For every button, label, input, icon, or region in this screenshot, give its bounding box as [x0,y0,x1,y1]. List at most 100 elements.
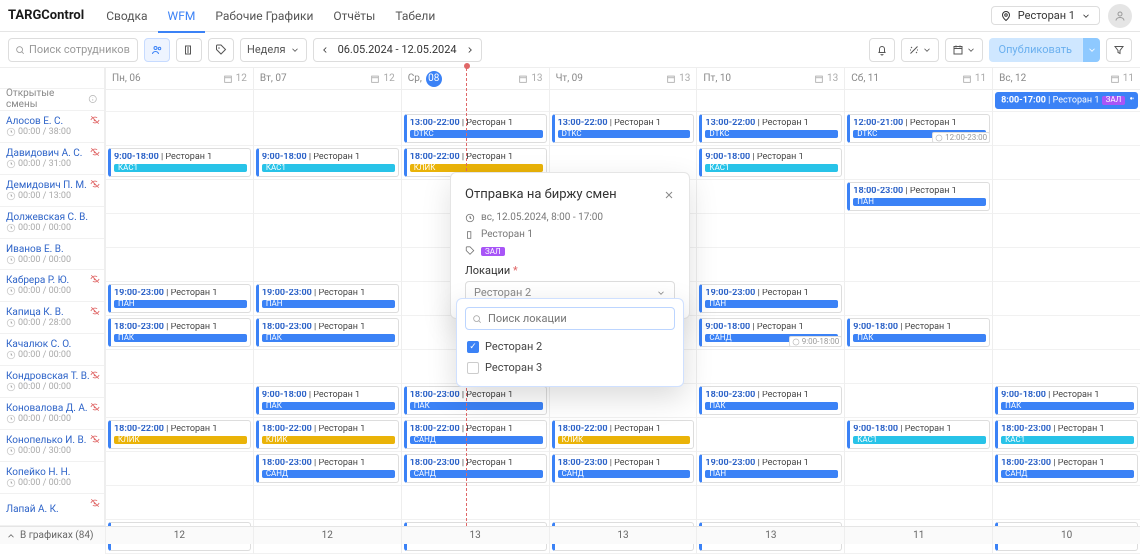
schedule-cell[interactable] [844,384,992,418]
schedule-cell[interactable]: 18:00-23:00 | Ресторан 1 КАС1 [992,418,1140,452]
schedule-cell[interactable] [844,146,992,180]
schedule-cell[interactable] [992,214,1140,248]
shift-card[interactable]: 18:00-23:00 | Ресторан 1 КАС1 [995,420,1138,449]
schedule-cell[interactable]: 18:00-22:00 | Ресторан 1 САНД [401,418,549,452]
schedule-cell[interactable]: 19:00-23:00 | Ресторан 1 ПАН [105,282,253,316]
schedule-cell[interactable] [992,282,1140,316]
open-shift-card[interactable]: 8:00-17:00 | Ресторан 1 ЗАЛ [995,92,1138,109]
schedule-cell[interactable] [696,180,844,214]
schedule-cell[interactable]: 13:00-22:00 | Ресторан 1 DTKC [549,112,697,146]
schedule-cell[interactable]: 19:00-23:00 | Ресторан 1 ПАН [696,282,844,316]
modal-close[interactable] [663,189,675,201]
employee-row-label[interactable]: Коновалова Д. А.00:00 / 00:00 [0,398,104,430]
dd-option-1[interactable]: Ресторан 3 [465,357,675,378]
schedule-cell[interactable]: 18:00-23:00 | Ресторан 1 ПАК [105,316,253,350]
shift-card[interactable]: 9:00-18:00 | Ресторан 1 ПАК [995,386,1138,415]
publish-button[interactable]: Опубликовать [989,38,1100,62]
shift-card[interactable]: 9:00-18:00 | Ресторан 1 КАС1 [847,420,990,449]
schedule-cell[interactable] [696,486,844,520]
employee-row-label[interactable]: Кабрера Р. Ю.00:00 / 00:00 [0,270,104,302]
shift-card[interactable]: 18:00-23:00 | Ресторан 1 ПАК [256,318,399,347]
schedule-cell[interactable]: 9:00-18:00 | Ресторан 1 КАС1 [105,146,253,180]
users-toggle[interactable] [144,38,170,62]
schedule-cell[interactable] [105,180,253,214]
shift-card[interactable]: 18:00-23:00 | Ресторан 1 САНД [552,454,695,483]
schedule-cell[interactable]: 9:00-18:00 | Ресторан 1 ПАК [844,316,992,350]
employee-row-label[interactable]: Иванов Е. В.00:00 / 00:00 [0,239,104,271]
shift-card[interactable]: 19:00-23:00 | Ресторан 1 ПАН [108,284,251,313]
schedule-cell[interactable]: 18:00-23:00 | Ресторан 1 САНД [992,452,1140,486]
nav-timesheets[interactable]: Табели [385,0,445,32]
schedule-cell[interactable] [844,486,992,520]
shift-card[interactable]: 18:00-23:00 | Ресторан 1 ПАК [404,386,547,415]
shift-card[interactable]: 18:00-22:00 | Ресторан 1 КЛИК [256,420,399,449]
schedule-cell[interactable]: 13:00-22:00 | Ресторан 1 DTKC [696,112,844,146]
shift-card[interactable]: 18:00-23:00 | Ресторан 1 ПАК [699,386,842,415]
employee-row-label[interactable]: Должевская С. В.00:00 / 00:00 [0,207,104,239]
shift-card[interactable]: 18:00-23:00 | Ресторан 1 САНД [256,454,399,483]
schedule-cell[interactable]: 18:00-22:00 | Ресторан 1 КЛИК [549,418,697,452]
shift-card[interactable]: 18:00-23:00 | Ресторан 1 ПАН [847,182,990,211]
schedule-cell[interactable] [105,112,253,146]
schedule-cell[interactable] [549,486,697,520]
calendar-button[interactable] [945,38,983,62]
nav-schedules[interactable]: Рабочие Графики [205,0,323,32]
schedule-cell[interactable] [696,214,844,248]
shift-card[interactable]: 9:00-18:00 | Ресторан 1 КАС1 [256,148,399,177]
schedule-cell[interactable]: 12:00-21:00 | Ресторан 1 DTKC 12:00-23:0… [844,112,992,146]
schedule-cell[interactable] [549,384,697,418]
schedule-cell[interactable] [105,486,253,520]
org-toggle[interactable] [176,38,202,62]
schedule-cell[interactable]: 18:00-23:00 | Ресторан 1 ПАН [844,180,992,214]
employee-row-label[interactable]: Кондровская Т. В.00:00 / 00:00 [0,366,104,398]
schedule-cell[interactable]: 18:00-23:00 | Ресторан 1 ПАК [253,316,401,350]
schedule-cell[interactable] [253,486,401,520]
open-shift-cell[interactable] [253,90,401,112]
schedule-cell[interactable] [253,214,401,248]
shift-card[interactable]: 18:00-22:00 | Ресторан 1 САНД [404,420,547,449]
shift-card[interactable]: 19:00-23:00 | Ресторан 1 ПАН [699,454,842,483]
open-shift-cell[interactable] [105,90,253,112]
schedule-cell[interactable] [844,214,992,248]
schedule-cell[interactable] [105,384,253,418]
bell-button[interactable] [869,38,895,62]
shift-card[interactable]: 18:00-23:00 | Ресторан 1 ПАК [108,318,251,347]
dd-search-input[interactable] [488,312,668,325]
schedule-cell[interactable]: 18:00-23:00 | Ресторан 1 ПАК [401,384,549,418]
schedule-cell[interactable]: 19:00-23:00 | Ресторан 1 ПАН [253,282,401,316]
schedule-cell[interactable] [844,248,992,282]
schedule-cell[interactable] [992,112,1140,146]
shift-card[interactable]: 9:00-18:00 | Ресторан 1 ПАК [256,386,399,415]
nav-wfm[interactable]: WFM [158,0,206,32]
schedule-cell[interactable]: 9:00-18:00 | Ресторан 1 ПАК [253,384,401,418]
schedule-cell[interactable]: 18:00-23:00 | Ресторан 1 САНД [549,452,697,486]
shift-card[interactable]: 13:00-22:00 | Ресторан 1 DTKC [404,114,547,143]
schedule-cell[interactable] [253,180,401,214]
nav-reports[interactable]: Отчёты [323,0,385,32]
shift-card[interactable]: 19:00-23:00 | Ресторан 1 ПАН [256,284,399,313]
employee-row-label[interactable]: Капица К. В.00:00 / 28:00 [0,302,104,334]
chevron-right-icon[interactable] [465,45,475,55]
location-selector[interactable]: Ресторан 1 [991,6,1100,25]
shift-card[interactable]: 18:00-23:00 | Ресторан 1 САНД [995,454,1138,483]
shift-card[interactable]: 13:00-22:00 | Ресторан 1 DTKC [552,114,695,143]
schedule-cell[interactable] [844,350,992,384]
open-shift-cell[interactable]: 8:00-17:00 | Ресторан 1 ЗАЛ [992,90,1140,112]
schedule-cell[interactable]: 9:00-18:00 | Ресторан 1 ПАК [992,384,1140,418]
open-shift-cell[interactable] [549,90,697,112]
schedule-cell[interactable] [253,350,401,384]
schedule-cell[interactable] [992,486,1140,520]
schedule-cell[interactable] [992,316,1140,350]
employee-row-label[interactable]: Качалюк С. О.00:00 / 00:00 [0,334,104,366]
schedule-cell[interactable] [105,248,253,282]
schedule-cell[interactable] [844,452,992,486]
avatar[interactable] [1108,4,1132,28]
schedule-cell[interactable]: 9:00-18:00 | Ресторан 1 САНД 9:00-18:00 [696,316,844,350]
publish-caret[interactable] [1082,38,1100,62]
open-shift-cell[interactable] [696,90,844,112]
employee-row-label[interactable]: Конопелько И. В.00:00 / 30:00 [0,430,104,462]
schedule-cell[interactable] [253,248,401,282]
schedule-cell[interactable] [401,486,549,520]
shift-card[interactable]: 18:00-22:00 | Ресторан 1 КЛИК [108,420,251,449]
shift-card[interactable]: 18:00-22:00 | Ресторан 1 КЛИК [552,420,695,449]
